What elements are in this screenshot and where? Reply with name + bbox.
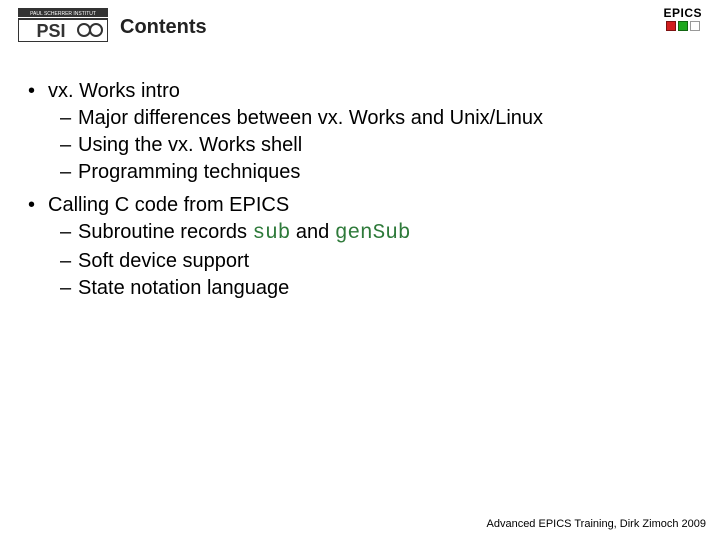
subitem-label: Using the vx. Works shell: [78, 132, 302, 159]
dash-icon: –: [60, 219, 78, 248]
code-token: sub: [253, 222, 291, 245]
dash-icon: –: [60, 248, 78, 275]
page-title: Contents: [120, 16, 207, 39]
bullet-icon: •: [28, 78, 48, 105]
slide-content: • vx. Works intro – Major differences be…: [0, 48, 720, 302]
list-subitem: – Using the vx. Works shell: [28, 132, 692, 159]
list-item: • Calling C code from EPICS: [28, 192, 692, 219]
list-subitem: – Programming techniques: [28, 159, 692, 186]
subitem-label: Soft device support: [78, 248, 249, 275]
subitem-label: Programming techniques: [78, 159, 300, 186]
dash-icon: –: [60, 132, 78, 159]
subitem-label: State notation language: [78, 275, 289, 302]
psi-logo-main-text: PSI: [36, 21, 65, 41]
subitem-mid: and: [290, 221, 334, 243]
psi-logo: PAUL SCHERRER INSTITUT PSI: [18, 8, 108, 47]
subitem-prefix: Subroutine records: [78, 221, 253, 243]
bullet-icon: •: [28, 192, 48, 219]
epics-logo-boxes: [663, 21, 702, 31]
epics-box-3: [690, 21, 700, 31]
list-item: • vx. Works intro: [28, 78, 692, 105]
epics-logo: EPICS: [663, 6, 702, 31]
dash-icon: –: [60, 159, 78, 186]
code-token: genSub: [335, 222, 411, 245]
epics-logo-label: EPICS: [663, 6, 702, 20]
list-subitem: – Subroutine records sub and genSub: [28, 219, 692, 248]
subitem-label-composite: Subroutine records sub and genSub: [78, 219, 410, 248]
epics-box-2: [678, 21, 688, 31]
item-label: Calling C code from EPICS: [48, 192, 289, 219]
dash-icon: –: [60, 275, 78, 302]
list-subitem: – Soft device support: [28, 248, 692, 275]
dash-icon: –: [60, 105, 78, 132]
list-subitem: – Major differences between vx. Works an…: [28, 105, 692, 132]
list-subitem: – State notation language: [28, 275, 692, 302]
epics-box-1: [666, 21, 676, 31]
item-label: vx. Works intro: [48, 78, 180, 105]
psi-logo-top-text: PAUL SCHERRER INSTITUT: [30, 11, 96, 17]
slide-header: PAUL SCHERRER INSTITUT PSI Contents EPIC…: [0, 0, 720, 48]
slide-footer: Advanced EPICS Training, Dirk Zimoch 200…: [487, 518, 707, 530]
subitem-label: Major differences between vx. Works and …: [78, 105, 543, 132]
